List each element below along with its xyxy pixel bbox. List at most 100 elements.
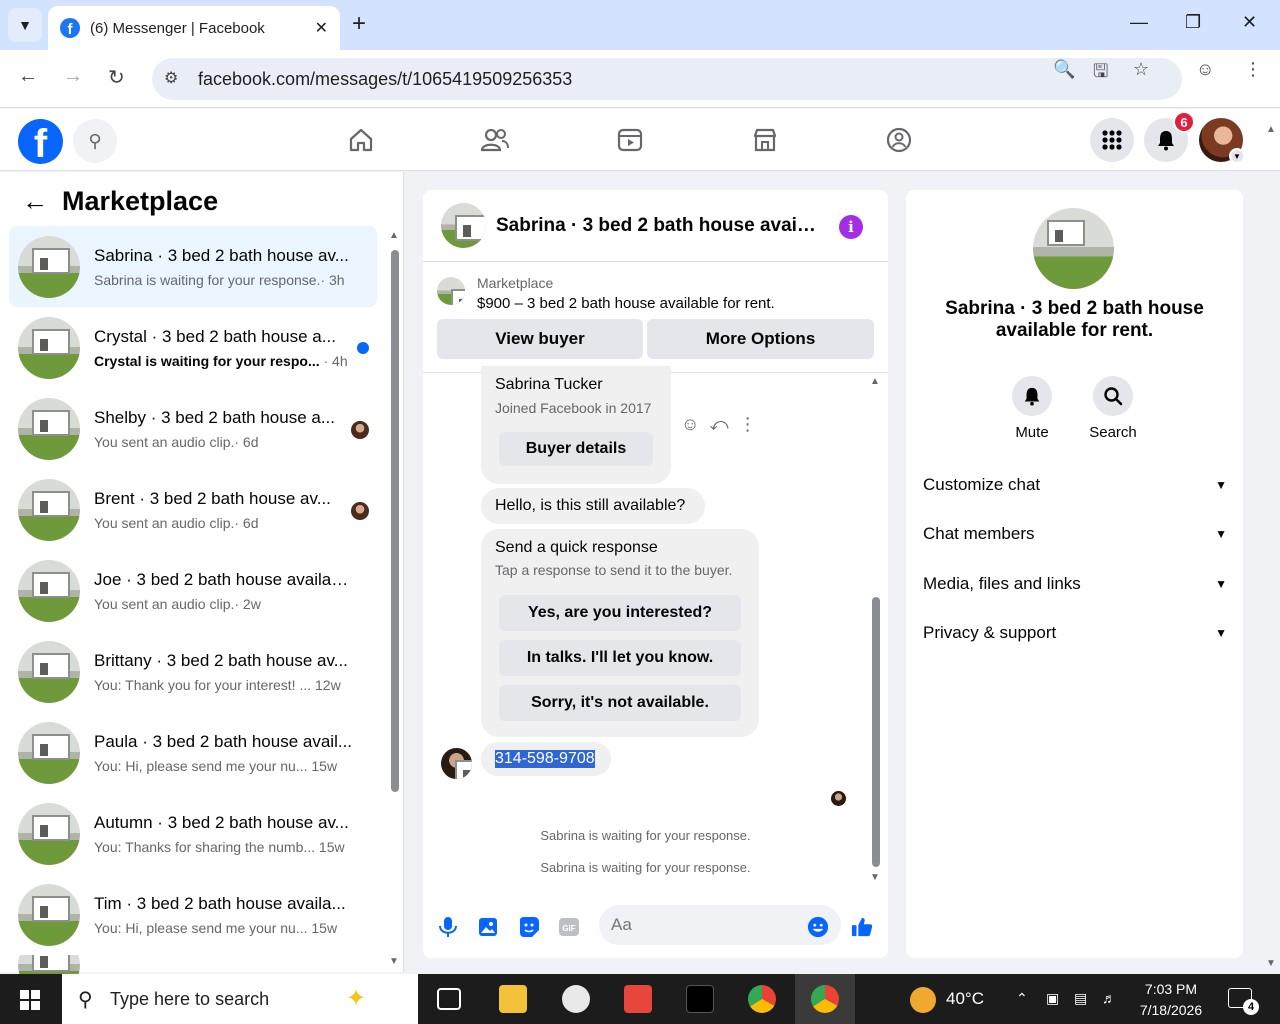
emoji-icon[interactable] (807, 916, 829, 938)
listing-description[interactable]: $900 – 3 bed 2 bath house available for … (477, 295, 775, 312)
close-tab-icon[interactable]: ✕ (315, 18, 328, 38)
incoming-message[interactable]: Hello, is this still available? (481, 488, 705, 524)
conversation-item[interactable]: Tim · 3 bed 2 bath house availa... You: … (9, 874, 377, 955)
buyer-details-button[interactable]: Buyer details (499, 432, 653, 466)
tray-chevron-up-icon[interactable]: ⌃ (1016, 990, 1028, 1007)
scroll-down-icon[interactable]: ▼ (389, 956, 399, 967)
watch-icon[interactable] (615, 125, 645, 155)
windows-start-icon[interactable] (20, 990, 40, 1015)
conversation-item[interactable]: Brent · 3 bed 2 bath house av... You sen… (9, 469, 377, 550)
marketplace-icon[interactable] (750, 125, 780, 155)
conversation-item[interactable]: Sabrina · 3 bed 2 bath house av... Sabri… (9, 226, 377, 307)
more-options-button[interactable]: More Options (647, 319, 874, 359)
tab-title: (6) Messenger | Facebook (90, 19, 265, 37)
home-icon[interactable] (346, 125, 376, 155)
quick-reply-button[interactable]: In talks. I'll let you know. (499, 640, 741, 676)
tab-search-menu-button[interactable]: ▼ (8, 8, 42, 42)
conversation-item[interactable]: Autumn · 3 bed 2 bath house av... You: T… (9, 793, 377, 874)
page-scroll-down-icon[interactable]: ▼ (1266, 958, 1276, 969)
clock[interactable]: 7:03 PM 7/18/2026 (1136, 979, 1206, 1021)
media-files-links-section[interactable]: Media, files and links ▼ (923, 564, 1227, 604)
restore-icon[interactable]: ❐ (1185, 12, 1201, 33)
page-scroll-up-icon[interactable]: ▲ (1266, 124, 1276, 135)
quick-reply-button[interactable]: Sorry, it's not available. (499, 685, 741, 721)
message-input[interactable] (599, 905, 841, 945)
seen-avatar (351, 421, 369, 439)
conversation-preview: Crystal is waiting for your respo... · 4… (94, 352, 348, 369)
message-actions: ☺ ⤺ ⋮ (681, 414, 757, 435)
photo-icon[interactable] (477, 916, 499, 938)
chat-scrollbar-thumb[interactable] (872, 597, 880, 867)
more-menu-icon[interactable]: ⋮ (1244, 59, 1262, 80)
zoom-icon[interactable]: 🔍 (1053, 59, 1075, 80)
privacy-support-section[interactable]: Privacy & support ▼ (923, 613, 1227, 653)
gif-icon[interactable]: GIF (558, 916, 580, 938)
new-tab-button[interactable]: + (352, 10, 366, 38)
notification-center-icon[interactable]: 4 (1228, 988, 1259, 1015)
task-view-icon[interactable] (437, 988, 461, 1010)
meet-icon[interactable]: ▣ (1046, 990, 1059, 1007)
conversation-info-panel: Sabrina · 3 bed 2 bath house available f… (906, 190, 1243, 958)
conversation-item[interactable]: Paula · 3 bed 2 bath house avail... You:… (9, 712, 377, 793)
taskbar-search-box[interactable]: ⚲ Type here to search ✦ (62, 974, 418, 1024)
groups-icon[interactable] (884, 125, 914, 155)
conversation-item[interactable]: Shelby · 3 bed 2 bath house a... You sen… (9, 388, 377, 469)
react-icon[interactable]: ☺ (681, 414, 699, 435)
scroll-down-icon[interactable]: ▼ (870, 872, 880, 883)
scroll-up-icon[interactable]: ▲ (870, 376, 880, 387)
chevron-down-icon: ▼ (1215, 577, 1227, 591)
back-arrow-icon[interactable]: ← (22, 186, 48, 217)
view-buyer-button[interactable]: View buyer (437, 319, 643, 359)
forward-icon[interactable]: → (63, 65, 83, 88)
chat-members-section[interactable]: Chat members ▼ (923, 514, 1227, 554)
customize-chat-section[interactable]: Customize chat ▼ (923, 465, 1227, 505)
chrome-icon[interactable] (748, 985, 776, 1013)
sticker-icon[interactable] (518, 916, 540, 938)
file-explorer-icon[interactable] (499, 985, 527, 1013)
chat-avatar[interactable] (441, 203, 486, 248)
conversation-item[interactable] (9, 955, 377, 975)
scroll-up-icon[interactable]: ▲ (389, 230, 399, 241)
quick-reply-button[interactable]: Yes, are you interested? (499, 595, 741, 631)
phone-message[interactable]: 314-598-9708 (481, 742, 611, 776)
facebook-logo-icon[interactable]: f (18, 119, 63, 164)
temperature-text[interactable]: 40°C (946, 989, 984, 1009)
minimize-icon[interactable]: — (1130, 12, 1148, 33)
install-app-icon[interactable]: 🖫 (1093, 59, 1108, 89)
address-bar[interactable]: ⚙ facebook.com/messages/t/10654195092563… (152, 58, 1182, 100)
tiktok-icon[interactable] (686, 985, 714, 1013)
conversation-item[interactable]: Joe · 3 bed 2 bath house availab... You … (9, 550, 377, 631)
reply-icon[interactable]: ⤺ (709, 414, 728, 435)
close-window-icon[interactable]: ✕ (1242, 12, 1257, 33)
chat-title[interactable]: Sabrina · 3 bed 2 bath house availa... (496, 215, 816, 237)
mute-button[interactable]: Mute (1002, 376, 1062, 441)
network-icon[interactable]: ▤ (1074, 990, 1087, 1007)
sidebar-scrollbar-thumb[interactable] (391, 250, 399, 792)
house-thumbnail (18, 721, 80, 784)
friends-icon[interactable] (480, 125, 510, 155)
app-icon-red[interactable] (624, 985, 652, 1013)
chrome-active-taskbar-item[interactable] (795, 974, 855, 1024)
url-text: facebook.com/messages/t/1065419509256353 (198, 68, 573, 89)
conversation-item[interactable]: Crystal · 3 bed 2 bath house a... Crysta… (9, 307, 377, 388)
thumbs-up-icon[interactable] (851, 916, 873, 938)
more-icon[interactable]: ⋮ (739, 414, 757, 435)
site-settings-icon[interactable]: ⚙ (164, 68, 178, 88)
info-icon[interactable]: i (839, 215, 863, 239)
sender-avatar[interactable] (441, 748, 472, 779)
bookmark-star-icon[interactable]: ☆ (1133, 59, 1149, 80)
volume-icon[interactable]: ♬ (1102, 990, 1116, 1006)
search-in-conversation-button[interactable]: Search (1083, 376, 1143, 441)
conversation-item[interactable]: Brittany · 3 bed 2 bath house av... You:… (9, 631, 377, 712)
browser-tab[interactable]: f (6) Messenger | Facebook ✕ (48, 6, 340, 50)
back-icon[interactable]: ← (18, 65, 38, 88)
app-icon[interactable] (562, 985, 590, 1013)
reload-icon[interactable]: ↻ (108, 65, 125, 90)
menu-grid-button[interactable] (1090, 118, 1134, 162)
mute-label: Mute (1015, 424, 1049, 441)
microphone-icon[interactable] (437, 916, 459, 938)
facebook-search-button[interactable]: ⚲ (73, 119, 117, 163)
weather-icon[interactable] (910, 987, 936, 1013)
account-avatar[interactable]: ▼ (1199, 118, 1245, 164)
profile-icon[interactable]: ☺ (1196, 59, 1214, 80)
